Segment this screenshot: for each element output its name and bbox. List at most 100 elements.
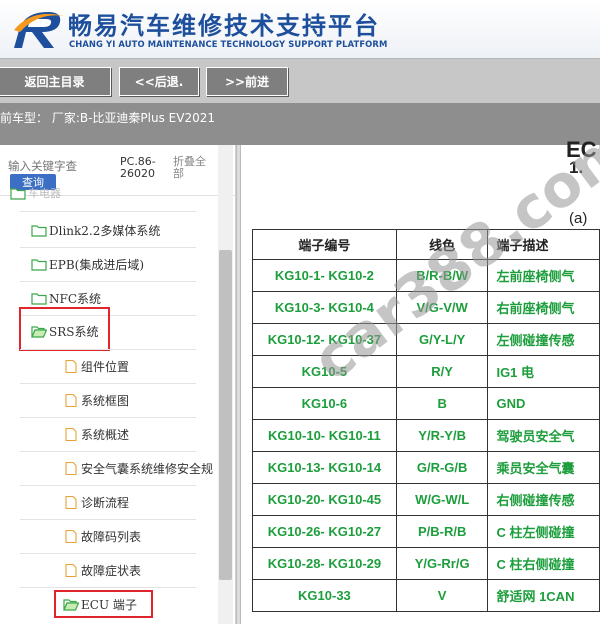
terminal-id-cell: KG10-20- KG10-45	[252, 483, 397, 516]
sidebar-item-label: Dlink2.2多媒体系统	[49, 223, 161, 238]
terminal-id-cell: KG10-6	[252, 387, 397, 420]
sidebar-item-label: 组件位置	[81, 359, 130, 374]
tree-separator	[20, 281, 196, 282]
sidebar-item-label: 故障症状表	[81, 563, 142, 578]
tree-separator	[20, 451, 196, 452]
header-banner: 畅易汽车维修技术支持平台 CHANG YI AUTO MAINTENANCE T…	[0, 0, 600, 58]
collapse-all-link[interactable]: 折叠全部	[173, 156, 215, 180]
table-row: KG10-28- KG10-29 Y/G-Rr/G C 柱右侧碰撞	[252, 547, 600, 580]
tree-separator	[20, 349, 196, 350]
sidebar-item-label: 故障码列表	[81, 529, 142, 544]
terminal-desc-cell: 右前座椅侧气	[487, 291, 600, 324]
sidebar-item-symptom-table[interactable]: 故障症状表	[63, 555, 141, 585]
wire-color-cell: Y/G-Rr/G	[395, 547, 489, 580]
terminal-desc-cell: 左前座椅侧气	[487, 259, 600, 292]
document-icon	[65, 495, 77, 509]
home-button[interactable]: 返回主目录	[0, 67, 111, 96]
wire-color-cell: P/B-R/B	[395, 515, 489, 548]
terminal-desc-cell: 驾驶员安全气	[487, 419, 600, 452]
table-row: KG10-13- KG10-14 G/R-G/B 乘员安全气囊	[252, 451, 600, 484]
terminal-id-cell: KG10-33	[252, 579, 397, 612]
sidebar-item-label: 车电器	[28, 187, 61, 200]
tree-separator	[20, 553, 196, 554]
document-icon	[65, 563, 77, 577]
table-row: KG10-1- KG10-2 B/R-B/W 左前座椅侧气	[252, 259, 600, 292]
sidebar-item-dlink[interactable]: Dlink2.2多媒体系统	[31, 215, 160, 245]
folder-icon	[31, 224, 47, 237]
table-row: KG10-26- KG10-27 P/B-R/B C 柱左侧碰撞	[252, 515, 600, 548]
tree-separator	[20, 417, 196, 418]
search-input[interactable]	[8, 157, 114, 175]
srs-highlight-box	[19, 307, 110, 351]
terminal-id-cell: KG10-26- KG10-27	[252, 515, 397, 548]
sidebar-item-label: 系统概述	[81, 427, 130, 442]
terminal-desc-cell: C 柱右侧碰撞	[487, 547, 600, 580]
folder-icon	[31, 292, 47, 305]
document-icon	[65, 529, 77, 543]
forward-button[interactable]: >>前进	[206, 67, 288, 96]
sidebar-item-system-diagram[interactable]: 系统框图	[63, 385, 129, 415]
current-model-text: 前车型： 厂家:B-比亚迪秦Plus EV2021	[0, 111, 215, 125]
document-icon	[65, 359, 77, 373]
table-row: KG10-20- KG10-45 W/G-W/L 右侧碰撞传感	[252, 483, 600, 516]
sidebar-item-diagnosis-flow[interactable]: 诊断流程	[63, 487, 129, 517]
terminal-id-cell: KG10-3- KG10-4	[252, 291, 397, 324]
sidebar-item-dtc-list[interactable]: 故障码列表	[63, 521, 141, 551]
wire-color-cell: G/Y-L/Y	[395, 323, 489, 356]
terminal-id-cell: KG10-28- KG10-29	[252, 547, 397, 580]
terminal-table: 端子编号 线色 端子描述 KG10-1- KG10-2 B/R-B/W 左前座椅…	[252, 229, 600, 612]
r-swoosh-logo-icon	[14, 12, 64, 48]
tree-separator	[20, 211, 196, 212]
back-button[interactable]: <<后退.	[119, 67, 199, 96]
section-number: 1.	[569, 158, 584, 177]
terminal-desc-cell: 乘员安全气囊	[487, 451, 600, 484]
terminal-id-cell: KG10-13- KG10-14	[252, 451, 397, 484]
table-row: KG10-3- KG10-4 V/G-V/W 右前座椅侧气	[252, 291, 600, 324]
table-row: KG10-5 R/Y IG1 电	[252, 355, 600, 388]
sidebar-item-label: 系统框图	[81, 393, 130, 408]
model-bar: 前车型： 厂家:B-比亚迪秦Plus EV2021	[0, 103, 600, 145]
table-row: KG10-33 V 舒适网 1CAN	[252, 579, 600, 612]
terminal-id-cell: KG10-1- KG10-2	[252, 259, 397, 292]
terminal-desc-cell: 左侧碰撞传感	[487, 323, 600, 356]
app-subtitle: CHANG YI AUTO MAINTENANCE TECHNOLOGY SUP…	[69, 39, 388, 49]
wire-color-cell: R/Y	[395, 355, 489, 388]
version-label: PC.86-26020	[120, 155, 156, 180]
sidebar-item-system-overview[interactable]: 系统概述	[63, 419, 129, 449]
wire-color-cell: V/G-V/W	[395, 291, 489, 324]
terminal-id-cell: KG10-12- KG10-37	[252, 323, 397, 356]
ecu-highlight-box	[54, 590, 153, 618]
document-icon	[65, 461, 77, 475]
terminal-desc-cell: C 柱左侧碰撞	[487, 515, 600, 548]
sidebar-item-epb[interactable]: EPB(集成进后域)	[31, 249, 144, 279]
app-title: 畅易汽车维修技术支持平台	[68, 12, 380, 40]
wire-color-cell: W/G-W/L	[395, 483, 489, 516]
wire-color-cell: V	[395, 579, 489, 612]
tree-separator	[20, 383, 196, 384]
sidebar-item-partial[interactable]: 车电器	[10, 183, 61, 203]
sidebar-item-label: 安全气囊系统维修安全规	[81, 461, 214, 476]
column-header: 端子描述	[487, 229, 600, 260]
terminal-desc-cell: GND	[487, 387, 600, 420]
sidebar-item-label: EPB(集成进后域)	[49, 257, 145, 272]
tree-separator	[20, 485, 196, 486]
sidebar-item-label: NFC系统	[49, 291, 102, 306]
wire-color-cell: G/R-G/B	[395, 451, 489, 484]
column-header: 线色	[395, 229, 489, 260]
terminal-desc-cell: 舒适网 1CAN	[487, 579, 600, 612]
table-header-row: 端子编号 线色 端子描述	[252, 229, 600, 260]
wire-color-cell: B/R-B/W	[395, 259, 489, 292]
sidebar-item-airbag-safety[interactable]: 安全气囊系统维修安全规	[63, 453, 213, 483]
sidebar-scrollbar-thumb[interactable]	[219, 250, 232, 580]
column-header: 端子编号	[252, 229, 397, 260]
folder-icon	[10, 187, 26, 200]
terminal-desc-cell: IG1 电	[487, 355, 600, 388]
table-row: KG10-12- KG10-37 G/Y-L/Y 左侧碰撞传感	[252, 323, 600, 356]
sidebar: 查询 PC.86-26020 折叠全部 车电器 Dlink2.2多媒体系统 EP…	[0, 145, 236, 624]
sub-label: (a)	[569, 210, 588, 227]
document-icon	[65, 427, 77, 441]
sidebar-item-component-location[interactable]: 组件位置	[63, 351, 129, 381]
folder-icon	[31, 258, 47, 271]
sidebar-item-label: 诊断流程	[81, 495, 130, 510]
nav-bar: 返回主目录 <<后退. >>前进	[0, 58, 600, 103]
